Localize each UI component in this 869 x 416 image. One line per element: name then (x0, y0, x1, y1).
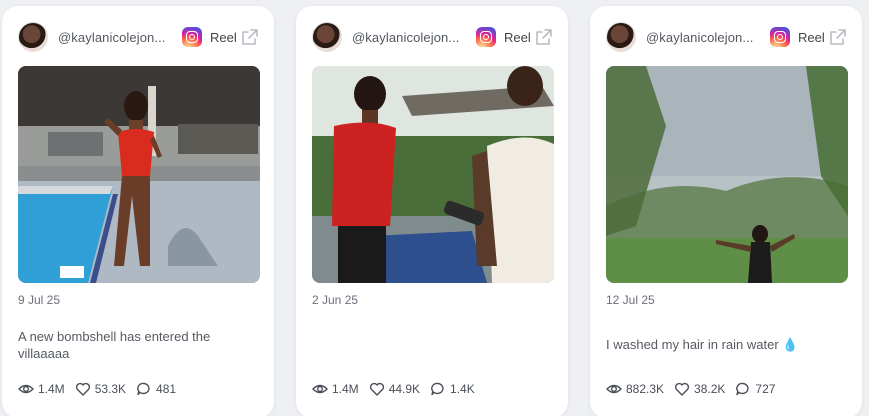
post-caption: I washed my hair in rain water 💧 (606, 337, 799, 352)
post-type-label: Reel (504, 29, 531, 45)
likes-stat: 53.3K (75, 381, 126, 397)
post-stats: 1.4M 44.9K 1.4K (312, 381, 485, 397)
post-type-label: Reel (798, 29, 825, 45)
post-header: @kaylanicolejon... Reel (18, 22, 260, 52)
comments-count: 727 (755, 382, 776, 396)
post-card[interactable]: @kaylanicolejon... Reel 12 Jul 25 I wash… (590, 6, 862, 416)
post-header: @kaylanicolejon... Reel (312, 22, 554, 52)
comment-icon (431, 382, 444, 396)
post-thumbnail[interactable] (606, 66, 848, 283)
views-stat: 1.4M (312, 381, 359, 397)
post-date: 12 Jul 25 (606, 293, 655, 307)
comment-icon (736, 382, 749, 396)
post-date: 9 Jul 25 (18, 293, 61, 307)
username[interactable]: @kaylanicolejon... (646, 30, 764, 45)
username[interactable]: @kaylanicolejon... (352, 30, 470, 45)
comments-count: 481 (156, 382, 177, 396)
instagram-icon (770, 27, 790, 47)
post-thumbnail[interactable] (18, 66, 260, 283)
external-link-icon[interactable] (240, 27, 260, 47)
likes-count: 38.2K (694, 382, 726, 396)
avatar[interactable] (18, 22, 48, 52)
views-stat: 882.3K (606, 381, 664, 397)
post-thumbnail[interactable] (312, 66, 554, 283)
post-caption: A new bombshell has entered the villaaaa… (18, 329, 211, 361)
post-type-label: Reel (210, 29, 237, 45)
avatar[interactable] (606, 22, 636, 52)
views-stat: 1.4M (18, 381, 65, 397)
likes-stat: 44.9K (369, 381, 420, 397)
post-date: 2 Jun 25 (312, 293, 359, 307)
post-card[interactable]: @kaylanicolejon... Reel (296, 6, 568, 416)
instagram-icon (476, 27, 496, 47)
views-count: 882.3K (626, 382, 665, 396)
username[interactable]: @kaylanicolejon... (58, 30, 176, 45)
comments-stat: 727 (735, 381, 775, 397)
eye-icon (18, 384, 34, 394)
likes-count: 53.3K (94, 382, 127, 396)
views-count: 1.4M (38, 382, 65, 396)
post-stats: 882.3K 38.2K 727 (606, 381, 785, 397)
eye-icon (312, 384, 328, 394)
post-card[interactable]: @kaylanicolejon... Reel (2, 6, 274, 416)
post-stats: 1.4M 53.3K 481 (18, 381, 186, 397)
heart-icon (674, 382, 690, 396)
likes-stat: 38.2K (674, 381, 725, 397)
post-header: @kaylanicolejon... Reel (606, 22, 848, 52)
eye-icon (606, 384, 622, 394)
instagram-icon (182, 27, 202, 47)
comments-count: 1.4K (450, 382, 475, 396)
comment-icon (137, 382, 150, 396)
views-count: 1.4M (332, 382, 359, 396)
heart-icon (369, 382, 384, 396)
comments-stat: 481 (136, 381, 176, 397)
comments-stat: 1.4K (430, 381, 475, 397)
likes-count: 44.9K (388, 382, 421, 396)
avatar[interactable] (312, 22, 342, 52)
post-grid: @kaylanicolejon... Reel 9 Jul 25 A new b… (0, 0, 869, 416)
heart-icon (75, 382, 90, 396)
external-link-icon[interactable] (828, 27, 848, 47)
external-link-icon[interactable] (534, 27, 554, 47)
